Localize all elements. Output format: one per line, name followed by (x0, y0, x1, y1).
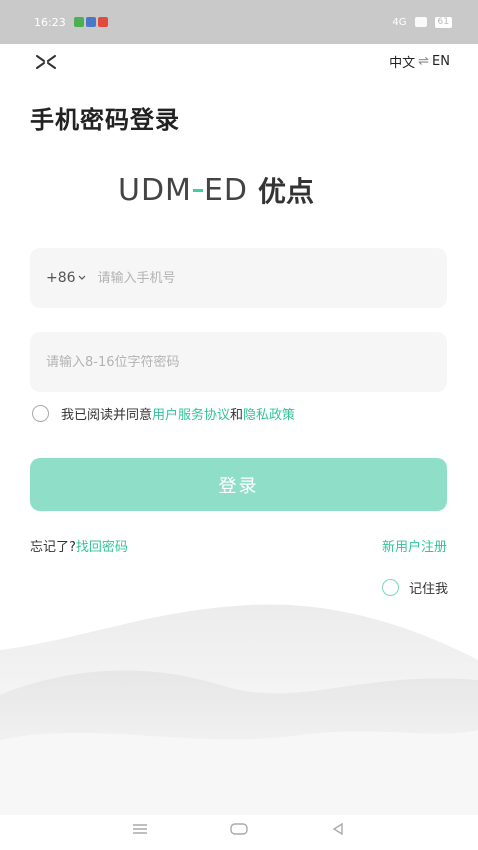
country-code-selector[interactable]: +86 (46, 270, 86, 286)
recover-password-link[interactable]: 找回密码 (76, 540, 128, 555)
password-field[interactable] (30, 332, 447, 392)
register-link[interactable]: 新用户注册 (382, 536, 447, 555)
privacy-link[interactable]: 隐私政策 (243, 404, 295, 423)
home-icon[interactable] (227, 819, 251, 839)
brand-logo: UDM ED 优点 (118, 168, 368, 212)
status-bar: 16:23 4G 61 (0, 0, 478, 44)
system-nav-bar (0, 808, 478, 850)
agreement-row: 我已阅读并同意 用户服务协议 和 隐私政策 (32, 404, 295, 423)
password-input[interactable] (46, 354, 346, 370)
chevron-down-icon (78, 275, 85, 280)
country-code: +86 (46, 270, 76, 286)
lang-en: EN (432, 54, 450, 69)
battery-icon: 61 (434, 16, 452, 28)
language-toggle[interactable]: 中文 ⇌ EN (389, 52, 450, 71)
remember-me[interactable]: 记住我 (381, 578, 448, 597)
logo-cn: 优点 (258, 175, 315, 208)
menu-icon[interactable] (128, 819, 152, 839)
status-left: 16:23 (34, 16, 108, 29)
notification-icon (73, 17, 84, 27)
remember-label: 记住我 (408, 582, 448, 597)
lang-cn: 中文 (389, 56, 416, 71)
logo-en-part1: UDM (118, 172, 192, 208)
phone-field[interactable]: +86 (30, 248, 447, 308)
forgot-prefix: 忘记了? (30, 540, 76, 555)
terms-link[interactable]: 用户服务协议 (152, 404, 230, 423)
phone-input[interactable] (97, 270, 398, 286)
top-row: 中文 ⇌ EN (0, 44, 478, 80)
forgot-password-row: 忘记了?找回密码 (30, 536, 128, 555)
logo-en-part2: ED (203, 172, 249, 208)
wifi-icon (414, 17, 427, 27)
agreement-prefix: 我已阅读并同意 (61, 408, 153, 423)
login-button[interactable]: 登录 (30, 458, 447, 511)
background-hills (0, 604, 478, 815)
status-time: 16:23 (34, 15, 66, 29)
notification-icon (85, 17, 96, 27)
notification-icon (97, 17, 108, 27)
logo-accent-dash (192, 188, 203, 192)
agreement-and: 和 (230, 408, 244, 423)
swap-icon: ⇌ (418, 54, 430, 69)
remember-checkbox[interactable] (381, 579, 399, 596)
close-icon[interactable] (32, 50, 60, 74)
notification-icons (73, 17, 108, 27)
status-right: 4G 61 (392, 16, 452, 28)
agreement-checkbox[interactable] (32, 405, 49, 422)
signal-icon: 4G (392, 16, 407, 28)
back-icon[interactable] (326, 819, 350, 839)
page-title: 手机密码登录 (30, 106, 180, 134)
